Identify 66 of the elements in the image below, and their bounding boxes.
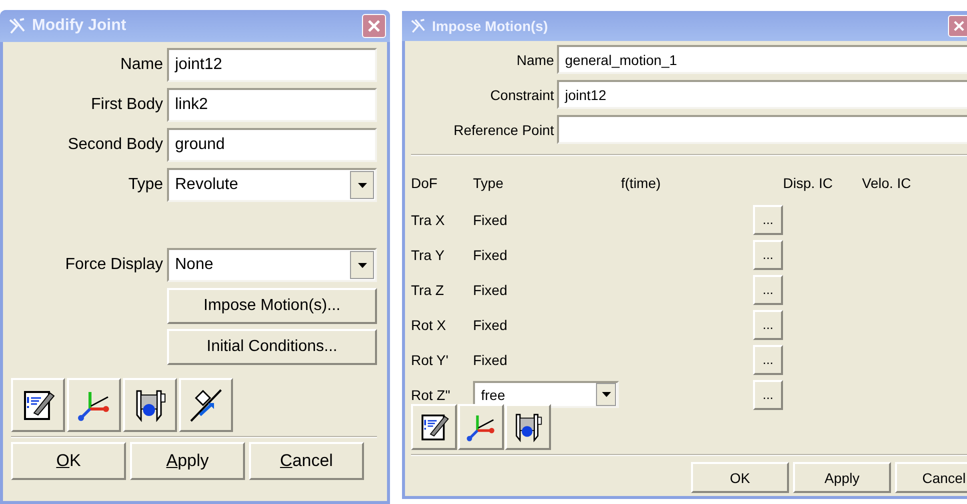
function-edit-button[interactable]: ...: [753, 344, 783, 374]
pick-icon: [410, 18, 426, 34]
field-label: Force Display: [65, 256, 163, 274]
close-icon: [953, 20, 965, 32]
dof-label: Tra X: [411, 212, 446, 228]
window-title: Modify Joint: [32, 17, 128, 35]
dialog-button[interactable]: Apply: [793, 462, 891, 493]
axes-tool-button[interactable]: [458, 404, 504, 450]
dof-label: Tra Z: [411, 282, 445, 298]
dialog-button[interactable]: OK: [11, 442, 126, 480]
type-value: Fixed: [473, 316, 508, 332]
function-edit-button[interactable]: ...: [753, 204, 783, 234]
type-dropdown[interactable]: free: [473, 381, 619, 408]
type-value: Fixed: [473, 282, 508, 298]
field-label: Name: [516, 52, 554, 68]
field-label: Constraint: [489, 86, 554, 102]
column-header: Disp. IC: [783, 175, 834, 191]
caliper-tool-button[interactable]: [505, 404, 551, 450]
dialog-button[interactable]: OK: [691, 462, 789, 493]
close-button[interactable]: [362, 14, 386, 38]
dof-label: Rot Y': [411, 352, 450, 368]
input-field[interactable]: link2: [167, 88, 377, 122]
function-edit-button[interactable]: ...: [753, 380, 783, 410]
caliper-tool-button[interactable]: [123, 378, 177, 432]
function-edit-button[interactable]: ...: [753, 274, 783, 304]
dropdown-field[interactable]: Revolute: [167, 168, 377, 202]
input-field[interactable]: [557, 115, 967, 144]
caret-icon: [602, 392, 610, 397]
type-value: Fixed: [473, 212, 508, 228]
field-label: First Body: [90, 96, 163, 114]
field-label: Type: [128, 176, 163, 194]
type-value: Fixed: [473, 352, 508, 368]
dropdown-field[interactable]: None: [167, 248, 377, 282]
dof-label: Rot Z": [411, 386, 452, 402]
column-header: Velo. IC: [862, 175, 912, 191]
friction-tool-button[interactable]: [179, 378, 233, 432]
dialog-button[interactable]: Cancel: [895, 462, 967, 493]
input-field[interactable]: joint12: [557, 80, 967, 109]
dialog-button[interactable]: Apply: [130, 442, 245, 480]
close-button[interactable]: [948, 15, 967, 37]
column-header: f(time): [621, 175, 662, 191]
input-field[interactable]: ground: [167, 128, 377, 162]
pick-icon: [8, 17, 26, 35]
window-title: Impose Motion(s): [432, 18, 549, 34]
caret-icon: [358, 182, 366, 188]
input-field[interactable]: general_motion_1: [557, 45, 967, 74]
dialog-button[interactable]: Cancel: [249, 442, 364, 480]
caret-icon: [358, 262, 366, 268]
function-edit-button[interactable]: ...: [753, 240, 783, 270]
column-header: Type: [473, 175, 504, 191]
input-field[interactable]: joint12: [167, 48, 377, 82]
notes-tool-button[interactable]: [11, 378, 65, 432]
action-button[interactable]: Initial Conditions...: [167, 329, 377, 365]
field-label: Name: [120, 56, 163, 74]
dof-label: Rot X: [411, 316, 448, 332]
close-icon: [367, 19, 381, 33]
dof-label: Tra Y: [411, 246, 446, 262]
column-header: DoF: [411, 175, 438, 191]
field-label: Reference Point: [452, 122, 554, 138]
notes-tool-button[interactable]: [411, 404, 457, 450]
type-value: Fixed: [473, 246, 508, 262]
field-label: Second Body: [68, 136, 163, 154]
action-button[interactable]: Impose Motion(s)...: [167, 288, 377, 324]
function-edit-button[interactable]: ...: [753, 310, 783, 340]
friction-icon: [188, 387, 224, 423]
axes-tool-button[interactable]: [67, 378, 121, 432]
